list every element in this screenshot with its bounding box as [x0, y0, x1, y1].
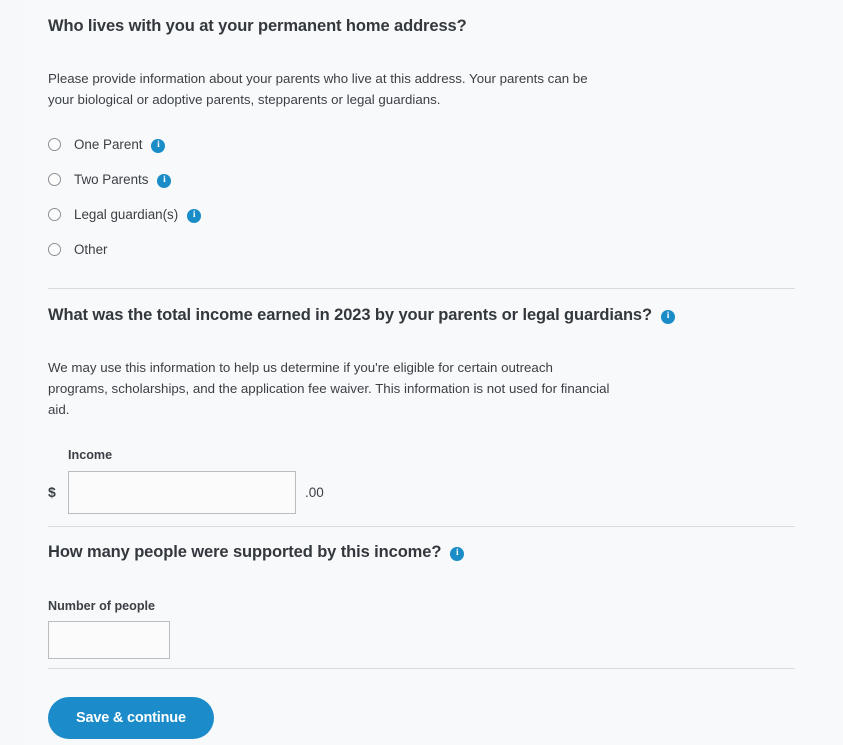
household-description: Please provide information about your pa…	[48, 68, 795, 110]
radio-option-two-parents[interactable]: Two Parents i	[48, 169, 795, 191]
info-icon-glyph: i	[163, 174, 166, 185]
info-icon-glyph: i	[456, 547, 459, 558]
info-icon-one-parent[interactable]: i	[151, 138, 166, 153]
income-input-row: $ .00	[48, 470, 795, 514]
income-description: We may use this information to help us d…	[48, 357, 795, 420]
income-heading: What was the total income earned in 2023…	[48, 306, 795, 326]
info-icon-glyph: i	[192, 209, 196, 220]
radio-label-legal-guardians[interactable]: Legal guardian(s)	[74, 207, 178, 222]
radio-circle-legal-guardians[interactable]	[48, 208, 61, 222]
supported-heading: How many people were supported by this i…	[48, 543, 795, 563]
household-description-line-2: your biological or adoptive parents, ste…	[48, 91, 441, 107]
info-icon-legal-guardians[interactable]: i	[187, 208, 202, 223]
info-icon-income[interactable]: i	[660, 309, 675, 324]
info-icon-two-parents[interactable]: i	[157, 173, 172, 188]
radio-label-two-parents[interactable]: Two Parents	[74, 172, 148, 187]
household-description-line-1: Please provide information about your pa…	[48, 70, 588, 86]
income-description-line-1: We may use this information to help us d…	[48, 359, 553, 375]
supported-heading-text: How many people were supported by this i…	[48, 543, 442, 561]
income-heading-text: What was the total income earned in 2023…	[48, 306, 652, 324]
divider-after-income	[48, 526, 795, 527]
supported-section: How many people were supported by this i…	[48, 543, 795, 659]
form-footer: Save & continue	[48, 697, 214, 739]
decimal-suffix: .00	[305, 484, 324, 500]
radio-option-one-parent[interactable]: One Parent i	[48, 134, 795, 156]
currency-prefix: $	[48, 484, 56, 501]
radio-label-one-parent[interactable]: One Parent	[74, 137, 142, 152]
info-icon-supported[interactable]: i	[450, 546, 465, 561]
number-of-people-input[interactable]	[48, 620, 170, 659]
household-heading-text: Who lives with you at your permanent hom…	[48, 17, 467, 35]
form-page: Who lives with you at your permanent hom…	[22, 0, 843, 745]
household-options-group: One Parent i Two Parents i Legal guardia…	[48, 134, 795, 261]
save-and-continue-button[interactable]: Save & continue	[48, 697, 214, 739]
income-field-wrap: Income	[48, 448, 795, 462]
household-heading: Who lives with you at your permanent hom…	[48, 17, 795, 37]
income-description-line-3: aid.	[48, 401, 70, 417]
divider-after-household	[48, 288, 795, 289]
radio-option-legal-guardians[interactable]: Legal guardian(s) i	[48, 204, 795, 226]
income-description-line-2: programs, scholarships, and the applicat…	[48, 380, 610, 396]
income-field-label: Income	[68, 447, 113, 462]
info-icon-glyph: i	[666, 310, 670, 321]
radio-option-other[interactable]: Other	[48, 239, 795, 261]
info-icon-glyph: i	[157, 139, 160, 150]
radio-circle-other[interactable]	[48, 243, 61, 257]
radio-label-other[interactable]: Other	[74, 242, 108, 257]
radio-circle-one-parent[interactable]	[48, 138, 61, 152]
radio-circle-two-parents[interactable]	[48, 173, 61, 187]
income-input[interactable]	[68, 470, 296, 514]
income-section: What was the total income earned in 2023…	[48, 306, 795, 514]
divider-before-footer	[48, 668, 795, 669]
household-section: Who lives with you at your permanent hom…	[48, 17, 795, 261]
supported-field-label: Number of people	[48, 598, 156, 613]
